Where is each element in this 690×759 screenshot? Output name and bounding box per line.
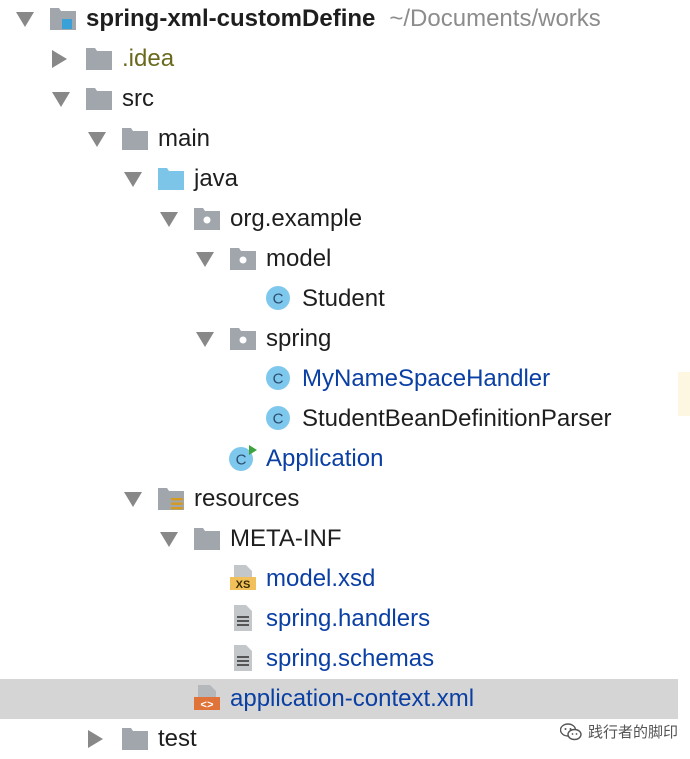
tree-row-meta-inf[interactable]: META-INF — [0, 519, 678, 559]
node-name: spring-xml-customDefine — [86, 5, 376, 32]
tree-row-label: Application — [266, 439, 383, 479]
node-name: StudentBeanDefinitionParser — [302, 405, 612, 432]
node-name: main — [158, 125, 211, 152]
folder-icon — [120, 719, 150, 759]
tree-row-label: Student — [302, 279, 385, 319]
text-file-icon — [228, 599, 258, 639]
runnable-class-icon: C — [228, 439, 258, 479]
tree-row-label: StudentBeanDefinitionParser — [302, 399, 612, 439]
tree-row-label: org.example — [230, 199, 362, 239]
tree-row-app-context[interactable]: <> application-context.xml — [0, 679, 678, 719]
node-name: Student — [302, 285, 385, 312]
node-name: application-context.xml — [230, 685, 475, 712]
node-name: java — [194, 165, 239, 192]
svg-text:C: C — [236, 452, 247, 469]
scrollbar-edge[interactable] — [678, 372, 690, 416]
svg-text:<>: <> — [200, 700, 214, 712]
svg-text:C: C — [273, 291, 284, 308]
node-name: model.xsd — [266, 565, 376, 592]
node-name: spring — [266, 325, 332, 352]
tree-row-java[interactable]: java — [0, 159, 678, 199]
svg-text:C: C — [273, 371, 284, 388]
folder-icon — [120, 119, 150, 159]
node-name: MyNameSpaceHandler — [302, 365, 551, 392]
expand-arrow-icon[interactable] — [52, 50, 67, 68]
module-icon — [48, 0, 78, 39]
tree-row-label: spring.handlers — [266, 599, 430, 639]
node-name: .idea — [122, 45, 175, 72]
xml-file-icon: <> — [192, 679, 222, 719]
folder-icon — [84, 39, 114, 79]
class-icon: C — [264, 359, 294, 399]
tree-row-label: spring — [266, 319, 331, 359]
resources-folder-icon — [156, 479, 186, 519]
package-icon — [228, 239, 258, 279]
folder-icon — [192, 519, 222, 559]
expand-arrow-icon[interactable] — [88, 730, 103, 748]
node-name: spring.schemas — [266, 645, 435, 672]
tree-row-label: META-INF — [230, 519, 342, 559]
tree-row-main[interactable]: main — [0, 119, 678, 159]
package-icon — [228, 319, 258, 359]
folder-icon — [84, 79, 114, 119]
collapse-arrow-icon[interactable] — [160, 212, 178, 227]
tree-row-application[interactable]: C Application — [0, 439, 678, 479]
node-name: test — [158, 725, 197, 752]
node-name: resources — [194, 485, 300, 512]
tree-row-label: application-context.xml — [230, 679, 474, 719]
tree-row-label: MyNameSpaceHandler — [302, 359, 550, 399]
tree-row-label: test — [158, 719, 197, 759]
tree-row-label: src — [122, 79, 154, 119]
tree-row-handler[interactable]: C MyNameSpaceHandler — [0, 359, 678, 399]
node-name: Application — [266, 445, 384, 472]
tree-row-parser[interactable]: C StudentBeanDefinitionParser — [0, 399, 678, 439]
collapse-arrow-icon[interactable] — [196, 252, 214, 267]
collapse-arrow-icon[interactable] — [16, 12, 34, 27]
tree-row-idea[interactable]: .idea — [0, 39, 678, 79]
node-name: META-INF — [230, 525, 342, 552]
package-icon — [192, 199, 222, 239]
watermark: 践行者的脚印 — [559, 721, 678, 742]
tree-row-org-example[interactable]: org.example — [0, 199, 678, 239]
class-icon: C — [264, 399, 294, 439]
collapse-arrow-icon[interactable] — [196, 332, 214, 347]
tree-row-label: model — [266, 239, 331, 279]
tree-row-label: resources — [194, 479, 299, 519]
node-name: src — [122, 85, 154, 112]
xsd-file-icon: XS — [228, 559, 258, 599]
tree-row-spring[interactable]: spring — [0, 319, 678, 359]
tree-row-model[interactable]: model — [0, 239, 678, 279]
tree-row-label: .idea — [122, 39, 174, 79]
watermark-text: 践行者的脚印 — [587, 724, 678, 741]
svg-text:C: C — [273, 411, 284, 428]
tree-row-root[interactable]: spring-xml-customDefine ~/Documents/works — [0, 0, 678, 39]
tree-row-spring-schemas[interactable]: spring.schemas — [0, 639, 678, 679]
tree-row-label: spring.schemas — [266, 639, 434, 679]
node-name: org.example — [230, 205, 363, 232]
collapse-arrow-icon[interactable] — [124, 492, 142, 507]
node-name: model — [266, 245, 332, 272]
collapse-arrow-icon[interactable] — [88, 132, 106, 147]
tree-row-label: spring-xml-customDefine ~/Documents/works — [86, 0, 601, 39]
text-file-icon — [228, 639, 258, 679]
source-folder-icon — [156, 159, 186, 199]
node-name: spring.handlers — [266, 605, 431, 632]
tree-row-label: java — [194, 159, 238, 199]
tree-row-student[interactable]: C Student — [0, 279, 678, 319]
tree-row-label: model.xsd — [266, 559, 375, 599]
tree-row-resources[interactable]: resources — [0, 479, 678, 519]
wechat-icon — [559, 722, 582, 740]
project-path: ~/Documents/works — [389, 5, 601, 32]
tree-row-src[interactable]: src — [0, 79, 678, 119]
collapse-arrow-icon[interactable] — [52, 92, 70, 107]
collapse-arrow-icon[interactable] — [160, 532, 178, 547]
collapse-arrow-icon[interactable] — [124, 172, 142, 187]
tree-row-spring-handlers[interactable]: spring.handlers — [0, 599, 678, 639]
svg-text:XS: XS — [236, 579, 251, 591]
class-icon: C — [264, 279, 294, 319]
tree-row-model-xsd[interactable]: XS model.xsd — [0, 559, 678, 599]
tree-row-label: main — [158, 119, 210, 159]
